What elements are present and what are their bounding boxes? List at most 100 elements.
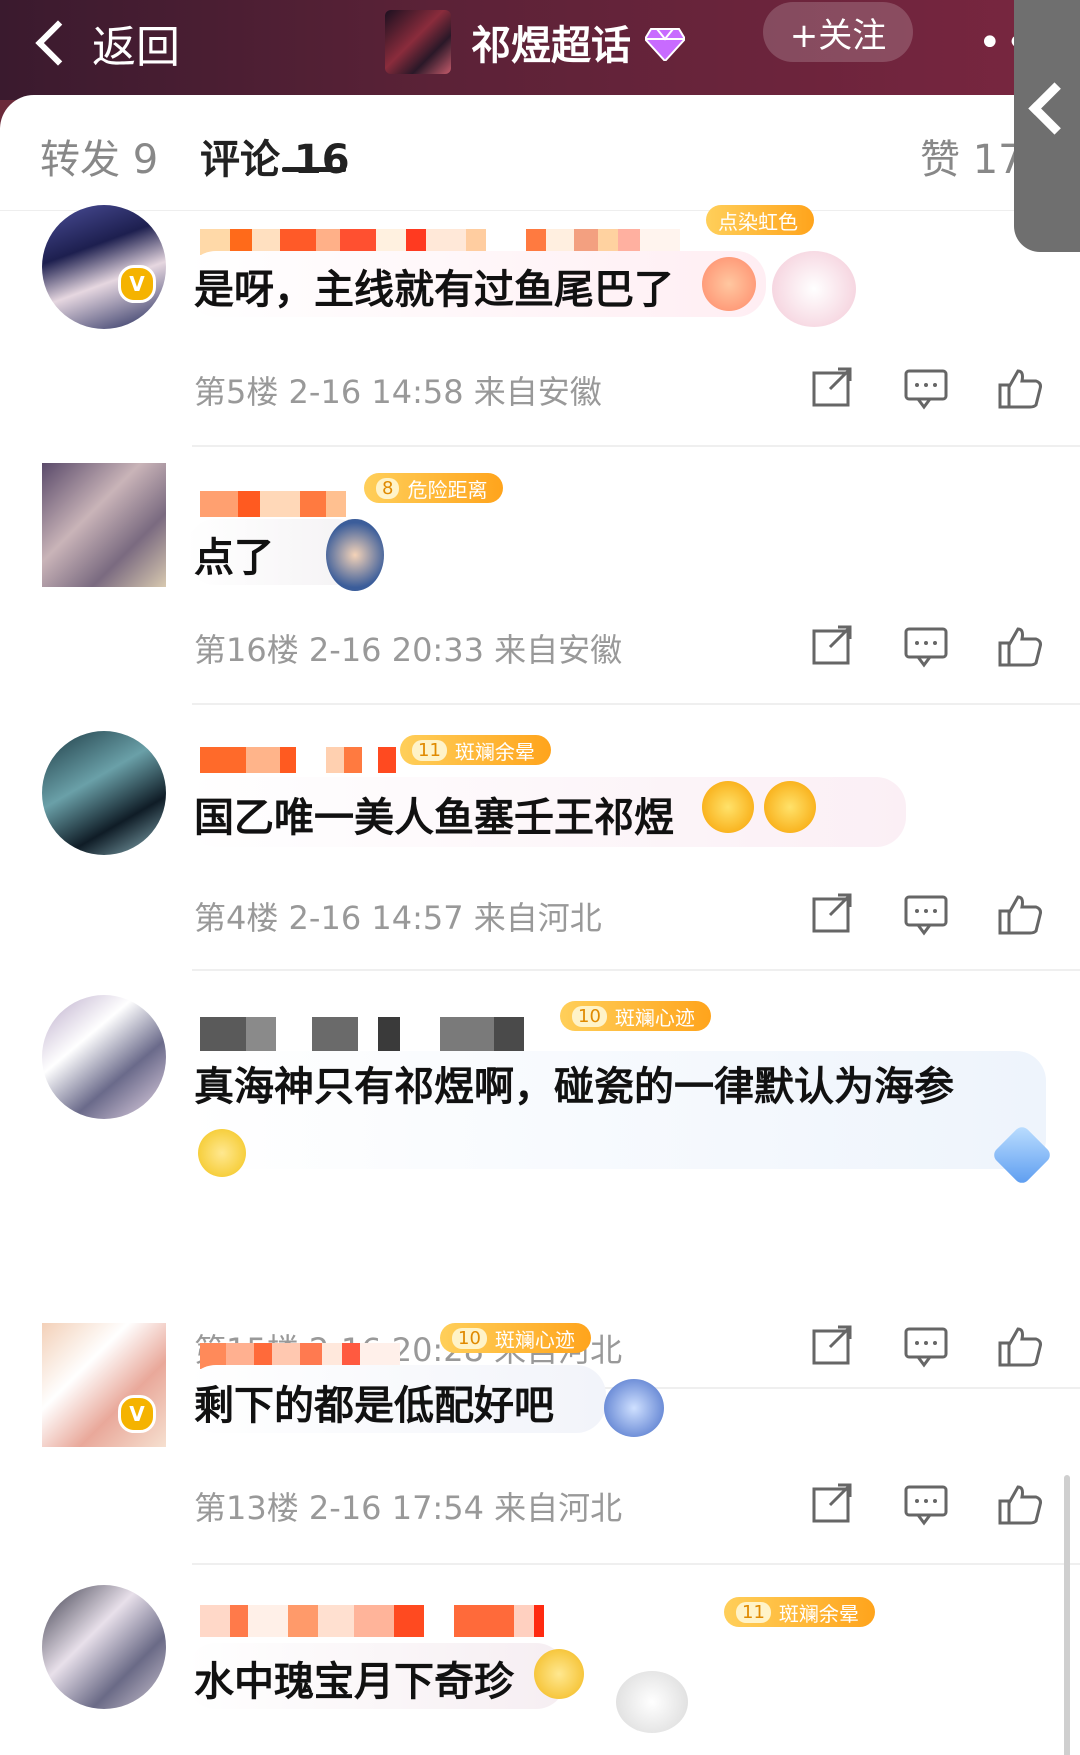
chevron-left-icon — [1028, 82, 1080, 135]
avatar[interactable] — [42, 995, 166, 1119]
comment-text: 国乙唯一美人鱼塞壬王祁煜 — [194, 795, 674, 841]
fan-medal[interactable]: 10 斑斓心迹 — [560, 1001, 711, 1031]
avatar[interactable] — [42, 731, 166, 855]
verified-badge-icon: V — [118, 265, 156, 303]
thumbs-up-icon[interactable] — [996, 1483, 1046, 1527]
topic-header[interactable]: 祁煜超话 — [385, 2, 687, 82]
share-icon[interactable] — [808, 1483, 858, 1527]
tab-like[interactable]: 赞 17 — [920, 127, 1024, 185]
verified-badge-icon: V — [118, 1395, 156, 1433]
topic-avatar — [385, 10, 451, 74]
crying-emoji-icon — [534, 1649, 584, 1699]
comment-text: 真海神只有祁煜啊，碰瓷的一律默认为海参 — [194, 1064, 954, 1110]
comment-text: 水中瑰宝月下奇珍 — [194, 1659, 514, 1705]
medal-level: 10 — [452, 1327, 487, 1349]
comment-text: 点了 — [194, 535, 274, 581]
share-icon[interactable] — [808, 1325, 858, 1369]
medal-level: 11 — [412, 739, 447, 761]
tab-repost[interactable]: 转发 9 — [40, 127, 158, 185]
share-icon[interactable] — [808, 367, 858, 411]
divider — [192, 703, 1080, 705]
active-tab-indicator — [282, 167, 346, 172]
floor-number: 第16楼 — [194, 631, 299, 669]
medal-label: 斑斓余晕 — [778, 1601, 859, 1626]
timestamp: 2-16 17:54 — [308, 1489, 484, 1527]
thumbs-up-icon[interactable] — [996, 1325, 1046, 1369]
thumbs-up-icon[interactable] — [996, 367, 1046, 411]
fan-medal[interactable]: 8 危险距离 — [364, 473, 504, 503]
top-bar: 返回 祁煜超话 +关注 •• — [0, 0, 1080, 100]
medal-label: 危险距离 — [407, 477, 488, 502]
action-row — [808, 1325, 1080, 1369]
decoration-sticker — [604, 1379, 664, 1437]
comment-sheet: 转发 9 评论 16 赞 17 V 点染虹色 是呀，主线就有过鱼尾巴了 第5楼 … — [0, 95, 1080, 1755]
comment-meta: 第5楼 2-16 14:58 来自安徽 — [194, 367, 602, 413]
avatar[interactable] — [42, 463, 166, 587]
location: 来自安徽 — [494, 631, 623, 669]
thumbs-up-icon[interactable] — [996, 625, 1046, 669]
comment-meta: 第4楼 2-16 14:57 来自河北 — [194, 893, 602, 939]
follow-button[interactable]: +关注 — [763, 2, 913, 62]
fan-medal[interactable]: 11 斑斓余晕 — [400, 735, 551, 765]
action-row — [808, 1483, 1080, 1527]
divider — [192, 445, 1080, 447]
comment-icon[interactable] — [902, 893, 952, 937]
action-row — [808, 625, 1080, 669]
crying-emoji-icon — [764, 781, 816, 833]
fan-medal[interactable]: 11 斑斓余晕 — [724, 1597, 875, 1627]
avatar[interactable] — [42, 1585, 166, 1709]
medal-level: 10 — [572, 1005, 607, 1027]
location: 来自安徽 — [473, 373, 602, 411]
medal-level: 11 — [736, 1601, 771, 1623]
timestamp: 2-16 20:33 — [308, 631, 484, 669]
topic-title: 祁煜超话 — [471, 23, 631, 69]
medal-label: 点染虹色 — [718, 209, 798, 234]
medal-label: 斑斓心迹 — [494, 1327, 575, 1352]
scrollbar[interactable] — [1064, 1475, 1070, 1755]
timestamp: 2-16 14:58 — [288, 373, 464, 411]
divider — [192, 969, 1080, 971]
comment-text: 是呀，主线就有过鱼尾巴了 — [194, 267, 674, 313]
share-icon[interactable] — [808, 893, 858, 937]
floor-number: 第5楼 — [194, 373, 279, 411]
comment-icon[interactable] — [902, 367, 952, 411]
comment-text: 剩下的都是低配好吧 — [194, 1383, 554, 1429]
username-blurred[interactable] — [200, 491, 346, 517]
tab-bar: 转发 9 评论 16 赞 17 — [0, 95, 1080, 211]
decoration-sticker — [616, 1671, 688, 1733]
decoration-sticker — [772, 251, 856, 327]
back-button[interactable]: 返回 — [30, 8, 180, 78]
thumbs-up-icon[interactable] — [996, 893, 1046, 937]
fan-medal[interactable]: 点染虹色 — [706, 205, 814, 235]
comment-icon[interactable] — [902, 625, 952, 669]
location: 来自河北 — [494, 1489, 623, 1527]
crying-emoji-icon — [702, 781, 754, 833]
chevron-left-icon — [35, 20, 81, 66]
location: 来自河北 — [473, 899, 602, 937]
username-blurred[interactable] — [200, 1605, 544, 1637]
comment-meta: 第13楼 2-16 17:54 来自河北 — [194, 1483, 622, 1529]
emoji-sticker — [702, 257, 756, 311]
action-row — [808, 367, 1080, 411]
divider — [192, 1563, 1080, 1565]
medal-label: 斑斓心迹 — [614, 1005, 695, 1030]
diamond-icon — [643, 25, 687, 63]
username-blurred[interactable] — [200, 747, 396, 773]
fan-medal[interactable]: 10 斑斓心迹 — [440, 1323, 591, 1353]
decoration-sticker — [326, 519, 384, 591]
tab-comment[interactable]: 评论 16 — [200, 127, 350, 185]
comment-icon[interactable] — [902, 1483, 952, 1527]
medal-level: 8 — [376, 477, 400, 499]
medal-label: 斑斓余晕 — [454, 739, 535, 764]
side-drawer-handle[interactable] — [1014, 0, 1080, 252]
action-row — [808, 893, 1080, 937]
back-label: 返回 — [92, 22, 180, 73]
floor-number: 第4楼 — [194, 899, 279, 937]
username-blurred[interactable] — [200, 1017, 524, 1051]
timestamp: 2-16 14:57 — [288, 899, 464, 937]
comment-meta: 第16楼 2-16 20:33 来自安徽 — [194, 625, 622, 671]
comment-icon[interactable] — [902, 1325, 952, 1369]
share-icon[interactable] — [808, 625, 858, 669]
floor-number: 第13楼 — [194, 1489, 299, 1527]
smile-emoji-icon — [198, 1129, 246, 1177]
